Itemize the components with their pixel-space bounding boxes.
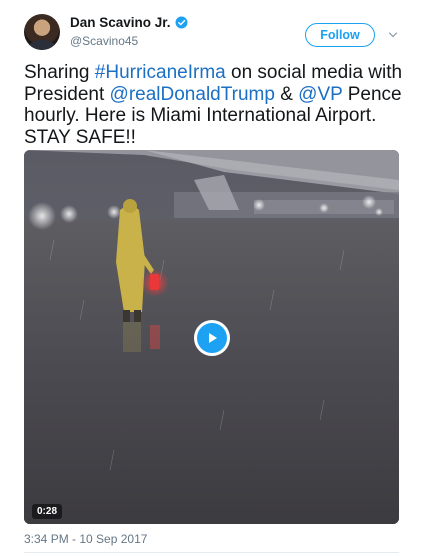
play-icon xyxy=(209,333,217,343)
user-display-name[interactable]: Dan Scavino Jr. xyxy=(70,15,171,30)
hashtag-link[interactable]: #HurricaneIrma xyxy=(95,62,226,83)
play-button[interactable] xyxy=(194,320,230,356)
mention-link-vp[interactable]: @VP xyxy=(298,84,342,105)
video-duration: 0:28 xyxy=(32,504,63,519)
user-handle[interactable]: @Scavino45 xyxy=(70,34,138,48)
divider xyxy=(24,552,399,553)
video-player[interactable]: 0:28 xyxy=(24,150,399,524)
mention-link-realdonaldtrump[interactable]: @realDonaldTrump xyxy=(110,84,275,105)
user-display-name-row[interactable]: Dan Scavino Jr. xyxy=(70,15,188,30)
tweet-text-segment: & xyxy=(274,83,299,105)
tweet-card: Dan Scavino Jr. @Scavino45 Follow Sharin… xyxy=(0,0,424,556)
avatar-shoulders xyxy=(28,40,56,50)
tweet-text: Sharing #HurricaneIrma on social media w… xyxy=(24,62,409,148)
verified-badge-icon xyxy=(175,16,188,29)
tweet-timestamp[interactable]: 3:34 PM - 10 Sep 2017 xyxy=(24,532,147,546)
tweet-text-segment: Sharing xyxy=(24,62,95,83)
follow-button[interactable]: Follow xyxy=(305,23,375,47)
chevron-down-icon[interactable] xyxy=(388,30,398,40)
avatar[interactable] xyxy=(24,14,60,50)
